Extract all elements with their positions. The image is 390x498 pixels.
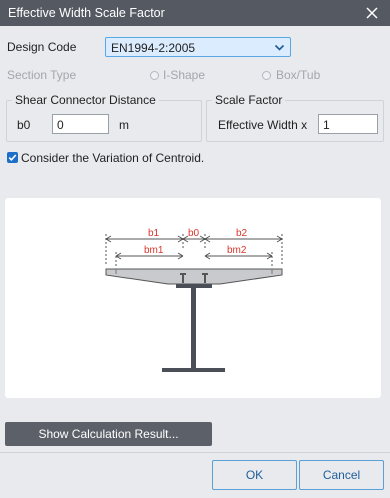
- title-bar: Effective Width Scale Factor: [0, 0, 390, 26]
- centroid-checkbox[interactable]: [7, 152, 18, 163]
- bm1-label: bm1: [144, 245, 164, 256]
- cancel-button[interactable]: Cancel: [299, 460, 384, 490]
- effective-width-value: 1: [323, 118, 330, 132]
- design-code-select[interactable]: EN1994-2:2005: [105, 37, 291, 57]
- b0-diagram-label: b0: [188, 228, 200, 239]
- b0-value: 0: [57, 118, 64, 132]
- close-icon[interactable]: [362, 3, 382, 23]
- b1-label: b1: [148, 228, 160, 239]
- show-calculation-button[interactable]: Show Calculation Result...: [5, 422, 212, 446]
- centroid-label: Consider the Variation of Centroid.: [21, 151, 205, 165]
- chevron-down-icon: [274, 44, 285, 51]
- design-code-label: Design Code: [7, 40, 77, 54]
- ok-button[interactable]: OK: [212, 460, 297, 490]
- b0-unit: m: [119, 118, 129, 132]
- bm2-label: bm2: [227, 245, 247, 256]
- b0-label: b0: [17, 118, 31, 132]
- scale-factor-title: Scale Factor: [212, 93, 286, 107]
- footer-divider: [0, 452, 390, 453]
- effective-width-label: Effective Width x: [218, 118, 308, 132]
- section-diagram-panel: b1 b0 b2 bm1 bm2: [5, 198, 381, 398]
- radio-i-shape-label: I-Shape: [163, 68, 206, 82]
- window-title: Effective Width Scale Factor: [8, 6, 165, 20]
- section-diagram: b1 b0 b2 bm1 bm2: [105, 228, 283, 372]
- b2-label: b2: [236, 228, 248, 239]
- design-code-value: EN1994-2:2005: [111, 41, 196, 55]
- effective-width-input[interactable]: 1: [318, 114, 378, 134]
- radio-i-shape[interactable]: [150, 71, 159, 80]
- section-type-label: Section Type: [7, 68, 77, 82]
- shear-connector-title: Shear Connector Distance: [12, 93, 159, 107]
- radio-box-tub-label: Box/Tub: [276, 68, 321, 82]
- checkmark-icon: [8, 154, 17, 161]
- radio-box-tub[interactable]: [262, 71, 271, 80]
- b0-input[interactable]: 0: [52, 114, 109, 134]
